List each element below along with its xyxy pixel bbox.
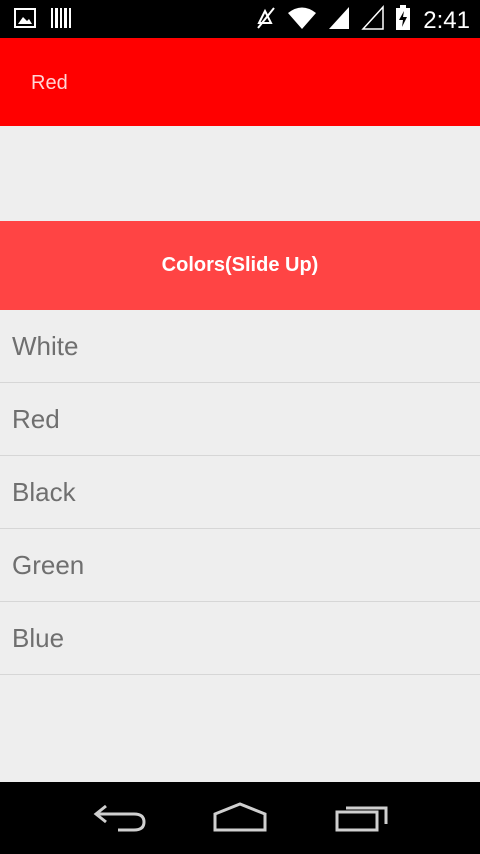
signal-icon bbox=[327, 5, 351, 36]
panel-handle-label: Colors(Slide Up) bbox=[161, 254, 319, 276]
header: Red bbox=[0, 38, 480, 126]
status-bar: 2:41 bbox=[0, 0, 480, 38]
barcode-icon bbox=[50, 7, 72, 34]
wifi-icon bbox=[287, 5, 317, 36]
list-item-label: Green bbox=[12, 549, 85, 580]
navigation-bar bbox=[0, 782, 480, 854]
list-item-white[interactable]: White bbox=[0, 310, 480, 383]
image-icon bbox=[14, 7, 36, 34]
list-item-blue[interactable]: Blue bbox=[0, 602, 480, 675]
header-title: Red bbox=[31, 72, 68, 94]
content-area bbox=[0, 126, 480, 221]
status-time: 2:41 bbox=[423, 6, 470, 34]
recents-icon[interactable] bbox=[334, 800, 390, 841]
back-icon[interactable] bbox=[92, 800, 148, 841]
list-item-label: Red bbox=[12, 403, 60, 434]
list-item-label: Blue bbox=[12, 622, 65, 653]
battery-charging-icon bbox=[395, 5, 411, 36]
list-item-label: Black bbox=[12, 476, 76, 507]
mute-icon bbox=[255, 5, 277, 36]
signal-empty-icon bbox=[361, 5, 385, 36]
list-item-red[interactable]: Red bbox=[0, 383, 480, 456]
color-list: White Red Black Green Blue bbox=[0, 310, 480, 675]
list-item-label: White bbox=[12, 330, 79, 361]
home-icon[interactable] bbox=[212, 800, 268, 841]
slide-up-panel-handle[interactable]: Colors(Slide Up) bbox=[0, 221, 480, 310]
list-item-black[interactable]: Black bbox=[0, 456, 480, 529]
list-item-green[interactable]: Green bbox=[0, 529, 480, 602]
